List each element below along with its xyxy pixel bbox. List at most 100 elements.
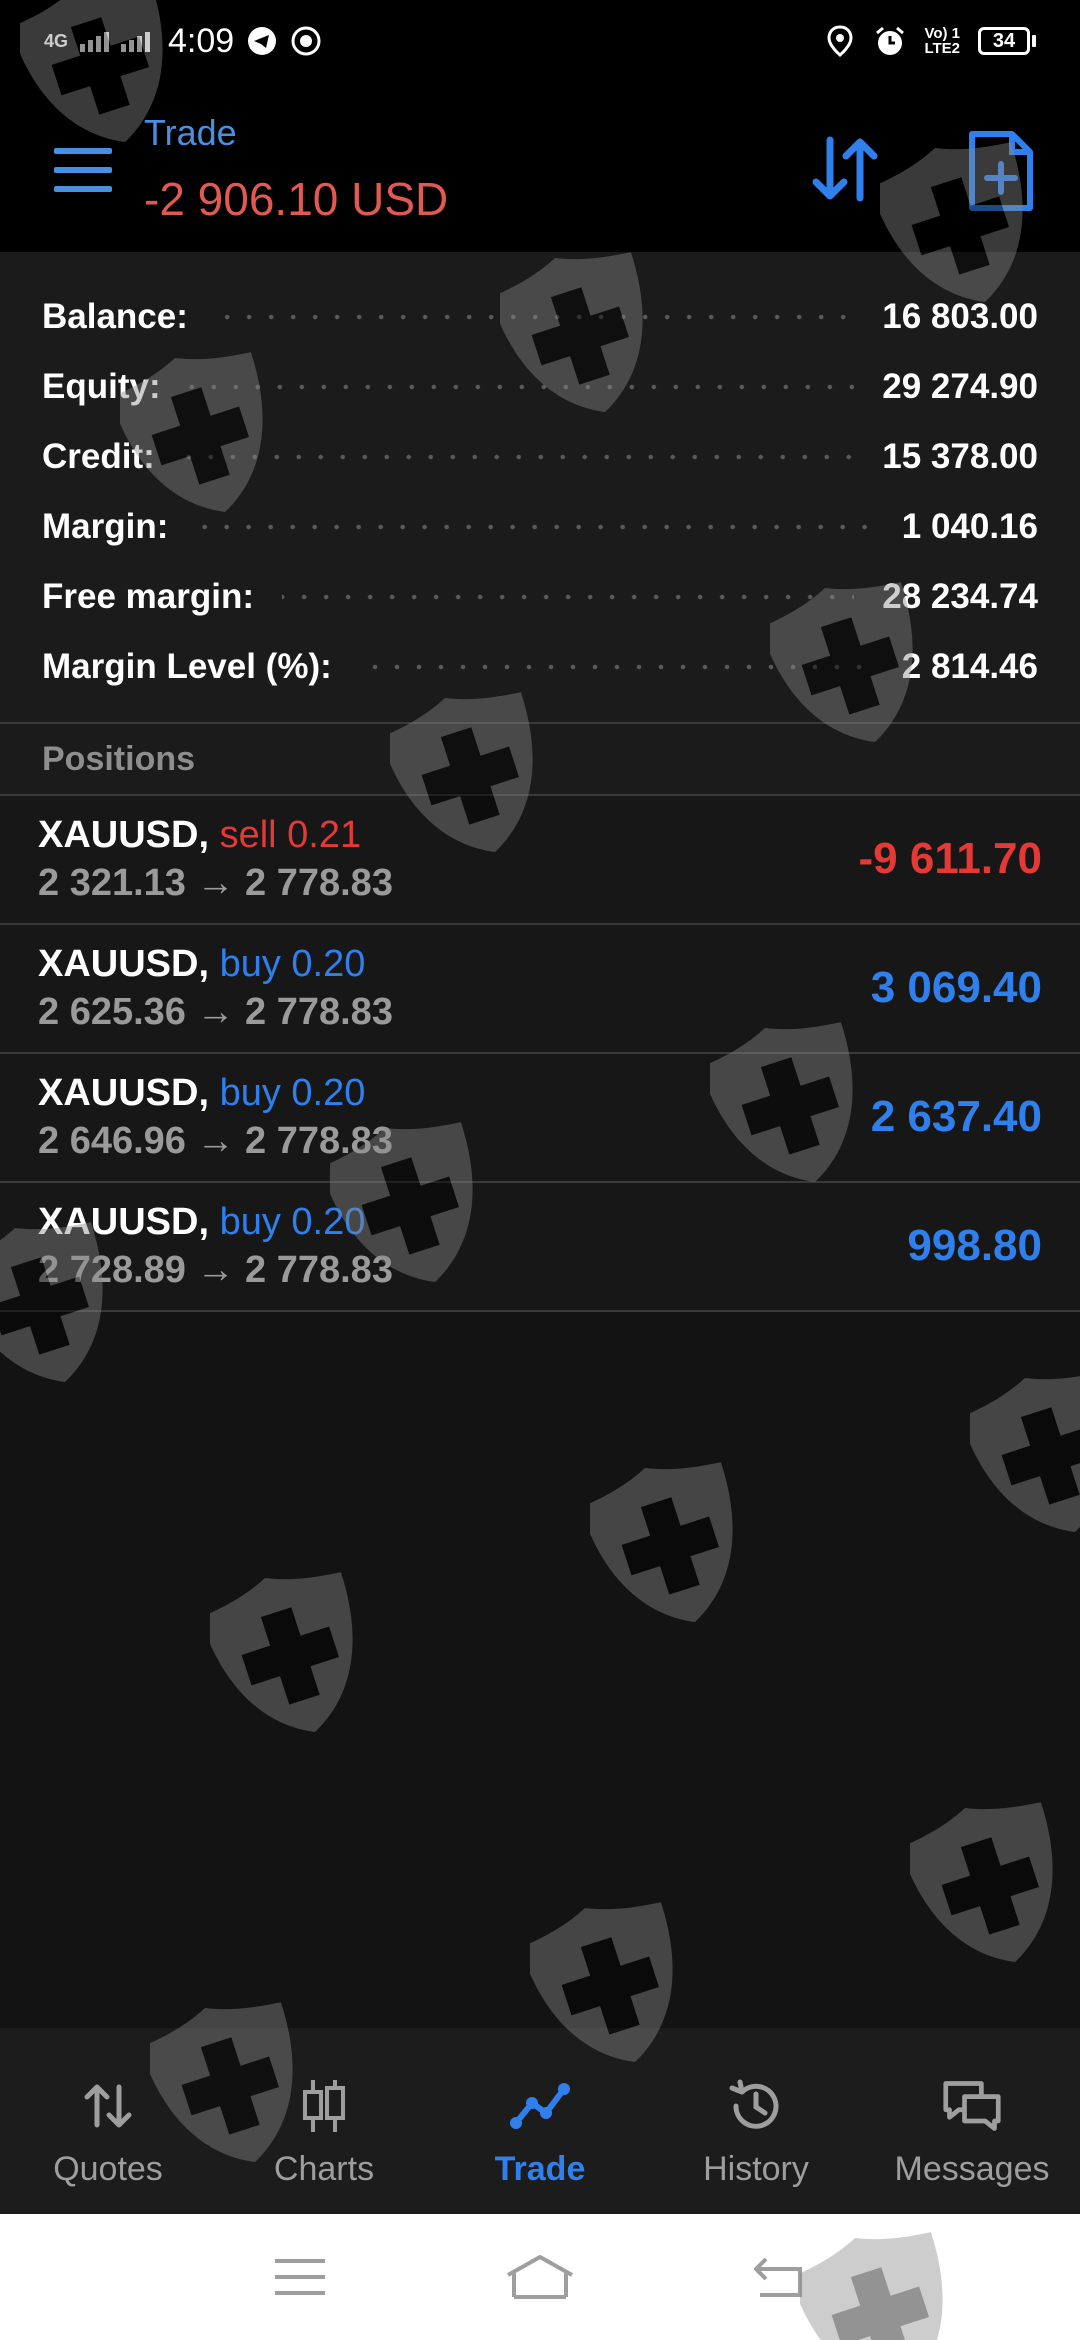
clock-history-icon: [726, 2076, 786, 2136]
dot-leader: [188, 384, 855, 390]
battery-level: 34: [978, 27, 1030, 55]
position-prices: 2 625.36 → 2 778.83: [38, 991, 393, 1033]
nav-quotes-label: Quotes: [53, 2150, 163, 2188]
position-profit: 2 637.40: [870, 1092, 1042, 1141]
menu-icon[interactable]: [54, 148, 112, 192]
balance-label: Balance:: [42, 297, 188, 336]
position-symbol: XAUUSD,: [38, 814, 210, 856]
nav-trade-label: Trade: [494, 2150, 586, 2188]
system-nav-bar: [0, 2214, 1080, 2340]
clock: 4:09: [168, 21, 235, 60]
signal-2-icon: [121, 30, 151, 52]
credit-label: Credit:: [42, 437, 155, 476]
margin-row: Margin: 1 040.16: [42, 492, 1038, 562]
battery-icon: 34: [978, 27, 1036, 55]
new-order-button[interactable]: [966, 130, 1036, 212]
position-prices: 2 646.96 → 2 778.83: [38, 1120, 393, 1162]
position-row[interactable]: XAUUSD, sell 0.21 2 321.13 → 2 778.83 -9…: [0, 796, 1080, 925]
margin-value: 1 040.16: [901, 507, 1038, 546]
position-row[interactable]: XAUUSD, buy 0.20 2 625.36 → 2 778.83 3 0…: [0, 925, 1080, 1054]
status-bar: 4G 4:09 Vo) 1 LTE2 34: [0, 0, 1080, 82]
margin-level-label: Margin Level (%):: [42, 647, 332, 686]
up-down-arrows-icon: [78, 2076, 138, 2136]
sort-button[interactable]: [808, 134, 882, 204]
candlestick-icon: [294, 2076, 354, 2136]
recent-apps-icon: [275, 2259, 325, 2295]
bottom-nav: Quotes Charts Trade History Messages: [0, 2028, 1080, 2214]
back-button[interactable]: [740, 2247, 820, 2307]
equity-value: 29 274.90: [882, 367, 1038, 406]
lte-line-2: LTE2: [924, 40, 960, 57]
position-side: buy 0.20: [219, 943, 366, 985]
signal-icon: [80, 30, 110, 52]
balance-row: Balance: 16 803.00: [42, 282, 1038, 352]
new-document-icon: [969, 131, 1033, 211]
position-row[interactable]: XAUUSD, buy 0.20 2 646.96 → 2 778.83 2 6…: [0, 1054, 1080, 1183]
margin-label: Margin:: [42, 507, 169, 546]
position-side: sell 0.21: [219, 814, 362, 856]
nav-messages-label: Messages: [894, 2150, 1050, 2188]
app-notification-icon: [290, 25, 322, 57]
telegram-icon: [246, 25, 278, 57]
dot-leader: [215, 314, 855, 320]
dot-leader: [282, 594, 855, 600]
position-profit: 998.80: [907, 1221, 1042, 1270]
back-icon: [754, 2257, 802, 2297]
position-symbol: XAUUSD,: [38, 1201, 210, 1243]
free-margin-value: 28 234.74: [882, 577, 1038, 616]
home-icon: [507, 2255, 573, 2299]
margin-level-value: 2 814.46: [901, 647, 1038, 686]
position-side: buy 0.20: [219, 1072, 366, 1114]
lte-indicator: Vo) 1 LTE2: [924, 26, 960, 56]
location-icon: [824, 25, 856, 57]
free-margin-row: Free margin: 28 234.74: [42, 562, 1038, 632]
nav-trade[interactable]: Trade: [432, 2028, 648, 2214]
trend-line-icon: [510, 2076, 570, 2136]
credit-value: 15 378.00: [882, 437, 1038, 476]
alarm-icon: [874, 25, 906, 57]
nav-charts[interactable]: Charts: [216, 2028, 432, 2214]
position-prices: 2 728.89 → 2 778.83: [38, 1249, 393, 1291]
nav-quotes[interactable]: Quotes: [0, 2028, 216, 2214]
nav-charts-label: Charts: [273, 2150, 375, 2188]
chat-bubbles-icon: [942, 2076, 1002, 2136]
dot-leader: [182, 454, 855, 460]
equity-label: Equity:: [42, 367, 161, 406]
position-title: XAUUSD, buy 0.20: [38, 1201, 365, 1244]
balance-value: 16 803.00: [882, 297, 1038, 336]
positions-list: XAUUSD, sell 0.21 2 321.13 → 2 778.83 -9…: [0, 796, 1080, 1312]
shield-cross-icon: [910, 1802, 1053, 1963]
shield-cross-icon: [210, 1572, 353, 1733]
position-row[interactable]: XAUUSD, buy 0.20 2 728.89 → 2 778.83 998…: [0, 1183, 1080, 1312]
position-title: XAUUSD, buy 0.20: [38, 943, 365, 986]
margin-level-row: Margin Level (%): 2 814.46: [42, 632, 1038, 702]
position-profit: -9 611.70: [858, 834, 1043, 883]
dot-leader: [196, 524, 874, 530]
position-side: buy 0.20: [219, 1201, 366, 1243]
free-margin-label: Free margin:: [42, 577, 254, 616]
status-left: 4G 4:09: [44, 22, 322, 61]
nav-history[interactable]: History: [648, 2028, 864, 2214]
position-symbol: XAUUSD,: [38, 943, 210, 985]
positions-header: Positions: [0, 724, 1080, 794]
status-right: Vo) 1 LTE2 34: [824, 25, 1036, 57]
home-button[interactable]: [500, 2247, 580, 2307]
page-title: Trade: [144, 112, 237, 153]
position-symbol: XAUUSD,: [38, 1072, 210, 1114]
account-summary: Balance: 16 803.00 Equity: 29 274.90 Cre…: [0, 252, 1080, 722]
nav-history-label: History: [703, 2150, 809, 2188]
dot-leader: [359, 664, 874, 670]
shield-cross-icon: [970, 1372, 1080, 1533]
sort-arrows-icon: [812, 136, 878, 202]
position-title: XAUUSD, sell 0.21: [38, 814, 361, 857]
network-type: 4G: [44, 31, 69, 51]
position-profit: 3 069.40: [870, 963, 1042, 1012]
position-prices: 2 321.13 → 2 778.83: [38, 862, 393, 904]
nav-messages[interactable]: Messages: [864, 2028, 1080, 2214]
position-title: XAUUSD, buy 0.20: [38, 1072, 365, 1115]
app-header: Trade -2 906.10 USD: [0, 82, 1080, 252]
shield-cross-icon: [590, 1462, 733, 1623]
equity-row: Equity: 29 274.90: [42, 352, 1038, 422]
recent-apps-button[interactable]: [260, 2247, 340, 2307]
total-profit: -2 906.10 USD: [144, 173, 449, 225]
